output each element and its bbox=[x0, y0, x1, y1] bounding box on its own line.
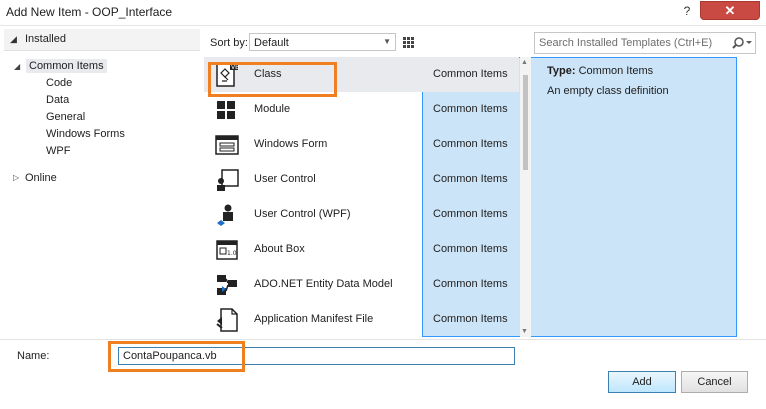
scroll-down-icon[interactable]: ▼ bbox=[521, 328, 528, 335]
template-category: Common Items bbox=[433, 138, 508, 150]
details-description: An empty class definition bbox=[547, 85, 669, 97]
template-list-scrollbar[interactable]: ▲ ▼ bbox=[520, 57, 531, 337]
window-title: Add New Item - OOP_Interface bbox=[6, 5, 173, 19]
template-name: Module bbox=[254, 103, 291, 115]
manifest-file-icon bbox=[214, 307, 240, 333]
template-category: Common Items bbox=[433, 278, 508, 290]
close-button[interactable]: ✕ bbox=[700, 1, 760, 20]
template-row-about-box[interactable]: 1.0 About Box Common Items bbox=[204, 232, 519, 267]
template-row-windows-form[interactable]: Windows Form Common Items bbox=[204, 127, 519, 162]
help-button[interactable]: ? bbox=[677, 2, 697, 20]
template-row-user-control-wpf[interactable]: User Control (WPF) Common Items bbox=[204, 197, 519, 232]
windows-form-icon bbox=[214, 132, 240, 158]
sort-value: Default bbox=[254, 37, 289, 49]
title-bar: Add New Item - OOP_Interface ? ✕ bbox=[0, 0, 766, 26]
template-list: VB Class Common Items Module Common Item… bbox=[204, 57, 519, 337]
search-placeholder: Search Installed Templates (Ctrl+E) bbox=[539, 37, 713, 49]
details-type-label: Type: bbox=[547, 65, 576, 77]
tree-item-general[interactable]: General bbox=[46, 111, 85, 123]
entity-data-model-icon bbox=[214, 272, 240, 298]
template-name: User Control (WPF) bbox=[254, 208, 351, 220]
tree-item-wpf[interactable]: WPF bbox=[46, 145, 70, 157]
tree-item-windows-forms[interactable]: Windows Forms bbox=[46, 128, 125, 140]
template-name: Windows Form bbox=[254, 138, 328, 150]
template-search-box[interactable]: Search Installed Templates (Ctrl+E) bbox=[534, 32, 756, 54]
template-category: Common Items bbox=[433, 173, 508, 185]
user-control-icon bbox=[214, 167, 240, 193]
template-name: Application Manifest File bbox=[254, 313, 374, 325]
sort-bar: Sort by: Default ▼ bbox=[204, 29, 737, 337]
svg-text:1.0: 1.0 bbox=[227, 250, 237, 257]
details-pane: Search Installed Templates (Ctrl+E) Type… bbox=[534, 29, 760, 336]
template-category: Common Items bbox=[433, 68, 508, 80]
expand-arrow-icon[interactable]: ◢ bbox=[14, 62, 20, 71]
template-category: Common Items bbox=[433, 243, 508, 255]
grid-view-button[interactable] bbox=[400, 33, 417, 51]
template-category: Common Items bbox=[433, 103, 508, 115]
search-icon[interactable] bbox=[731, 35, 753, 51]
details-type-value: Common Items bbox=[578, 65, 654, 77]
template-row-manifest-file[interactable]: Application Manifest File Common Items bbox=[204, 302, 519, 337]
tree-header-installed[interactable]: ◢ Installed bbox=[4, 29, 200, 51]
template-name: User Control bbox=[254, 173, 316, 185]
scroll-up-icon[interactable]: ▲ bbox=[521, 59, 528, 66]
add-button[interactable]: Add bbox=[608, 371, 676, 393]
template-tree: ◢ Installed ◢ Common Items Code Data Gen… bbox=[4, 29, 200, 336]
template-category: Common Items bbox=[433, 313, 508, 325]
grid-view-icon bbox=[403, 37, 414, 48]
tree-item-code[interactable]: Code bbox=[46, 77, 72, 89]
template-name: ADO.NET Entity Data Model bbox=[254, 278, 393, 290]
details-type: Type: Common Items bbox=[547, 65, 653, 77]
scrollbar-thumb[interactable] bbox=[523, 75, 528, 170]
template-name: About Box bbox=[254, 243, 305, 255]
cancel-button[interactable]: Cancel bbox=[681, 371, 748, 393]
template-row-module[interactable]: Module Common Items bbox=[204, 92, 519, 127]
module-icon bbox=[214, 97, 240, 123]
template-row-user-control[interactable]: User Control Common Items bbox=[204, 162, 519, 197]
class-highlight-box bbox=[208, 62, 337, 97]
name-highlight-box bbox=[108, 341, 245, 372]
sort-dropdown[interactable]: Default ▼ bbox=[249, 33, 396, 51]
tree-item-common-items[interactable]: Common Items bbox=[26, 59, 107, 73]
name-label: Name: bbox=[17, 350, 50, 362]
collapse-arrow-icon: ◢ bbox=[10, 34, 17, 44]
sort-label: Sort by: bbox=[210, 37, 248, 49]
chevron-down-icon: ▼ bbox=[383, 37, 391, 46]
tree-item-online[interactable]: Online bbox=[25, 172, 57, 184]
template-row-entity-data-model[interactable]: ADO.NET Entity Data Model Common Items bbox=[204, 267, 519, 302]
user-control-wpf-icon bbox=[214, 202, 240, 228]
tree-item-data[interactable]: Data bbox=[46, 94, 69, 106]
tree-header-label: Installed bbox=[25, 33, 66, 45]
expand-arrow-icon[interactable]: ▷ bbox=[13, 173, 19, 182]
about-box-icon: 1.0 bbox=[214, 237, 240, 263]
template-category: Common Items bbox=[433, 208, 508, 220]
